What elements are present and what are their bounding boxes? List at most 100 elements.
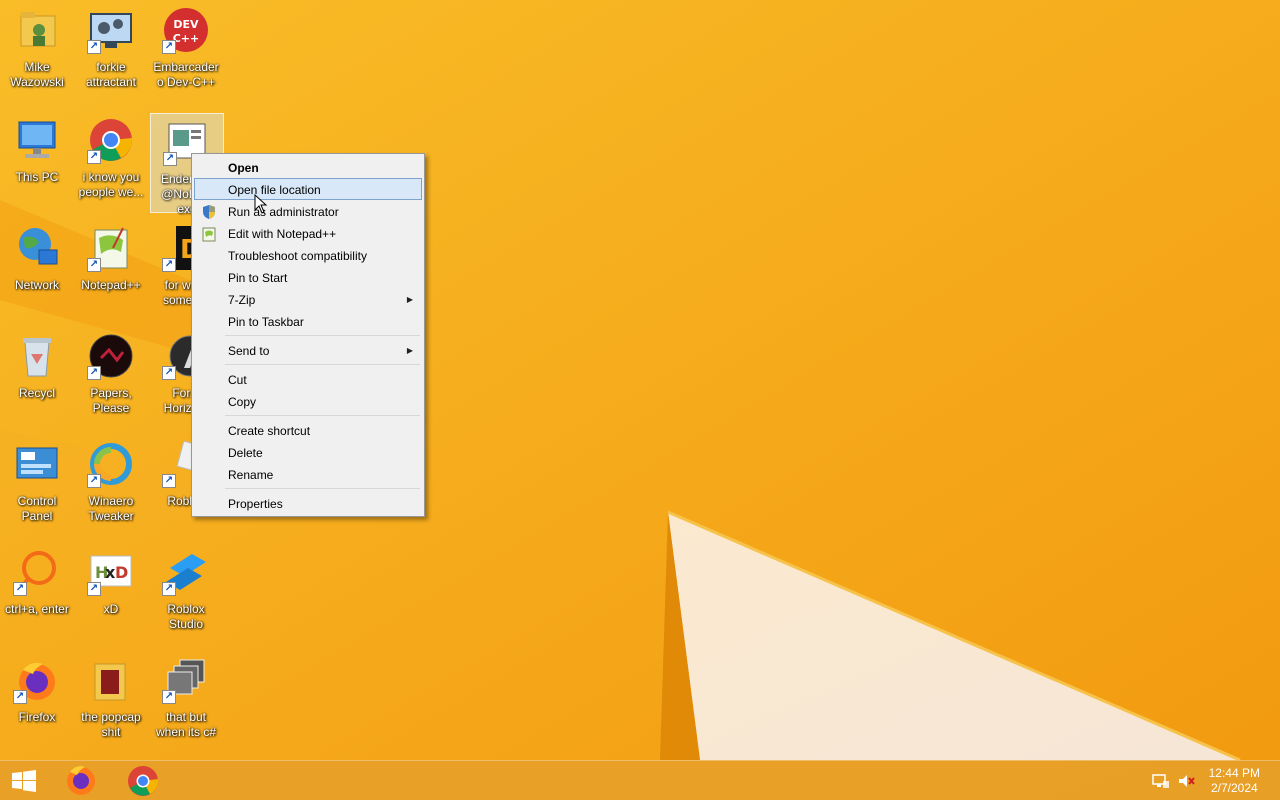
clock[interactable]: 12:44 PM 2/7/2024 [1209, 766, 1260, 796]
shortcut-arrow-icon: ↗ [163, 152, 177, 166]
start-button[interactable] [0, 761, 48, 800]
desktop-icon-label: Winaero Tweaker [88, 494, 134, 523]
desktop-icon-papers-please[interactable]: ↗ Papers, Please [74, 332, 148, 416]
menu-item-7zip[interactable]: 7-Zip ▶ [194, 288, 422, 310]
desktop-icon-label: that but when its c# [155, 710, 217, 739]
submenu-arrow-icon: ▶ [406, 295, 413, 304]
shortcut-arrow-icon: ↗ [87, 150, 101, 164]
roblox-studio-icon: ↗ [162, 548, 210, 596]
shortcut-arrow-icon: ↗ [162, 366, 176, 380]
menu-item-run-as-administrator[interactable]: Run as administrator [194, 200, 422, 222]
desktop-icon-label: Roblox Studio [167, 602, 205, 631]
clock-date: 2/7/2024 [1210, 781, 1258, 795]
menu-item-pin-to-taskbar[interactable]: Pin to Taskbar [194, 310, 422, 332]
menu-item-delete[interactable]: Delete [194, 441, 422, 463]
desktop-icon-roblox-studio[interactable]: ↗ Roblox Studio [149, 548, 223, 632]
shortcut-arrow-icon: ↗ [162, 40, 176, 54]
network-globe-icon [13, 224, 61, 272]
network-tray-icon[interactable] [1152, 773, 1170, 789]
control-panel-icon [13, 440, 61, 488]
menu-item-label: Pin to Start [228, 271, 288, 285]
desktop-icon-control-panel[interactable]: Control Panel [0, 440, 74, 524]
desktop-icon-that-but-when-its-csharp[interactable]: ↗ that but when its c# [149, 656, 223, 740]
svg-text:DEV: DEV [173, 18, 199, 31]
taskbar-chrome-button[interactable] [119, 761, 167, 800]
hxd-icon: HxD ↗ [87, 548, 135, 596]
menu-item-label: 7-Zip [228, 293, 256, 307]
menu-item-send-to[interactable]: Send to ▶ [194, 339, 422, 361]
computer-icon [13, 116, 61, 164]
desktop-icon-network[interactable]: Network [0, 224, 74, 293]
menu-item-label: Open [228, 161, 259, 175]
recycle-bin-icon [13, 332, 61, 380]
desktop-icon-label: i know you people we... [78, 170, 144, 199]
desktop-icon-label: Mike Wazowski [10, 60, 64, 89]
folder-user-icon [13, 6, 61, 54]
desktop-icon-mike-wazowski[interactable]: Mike Wazowski [0, 6, 74, 90]
menu-separator [225, 415, 420, 416]
menu-item-label: Copy [228, 395, 257, 409]
desktop-icon-label: Notepad++ [81, 278, 141, 292]
menu-item-cut[interactable]: Cut [194, 368, 422, 390]
shortcut-arrow-icon: ↗ [13, 690, 27, 704]
svg-text:D: D [115, 563, 128, 582]
mouse-cursor-icon [254, 194, 268, 214]
menu-item-label: Properties [228, 497, 283, 511]
desktop-icon-embarcadero-devcpp[interactable]: DEV C++ ↗ Embarcadero Dev-C++ [149, 6, 223, 90]
chrome-icon: ↗ [87, 116, 135, 164]
settings-monitor-icon: ↗ [87, 6, 135, 54]
desktop-icon-ctrl-a-enter[interactable]: ↗ ctrl+a, enter [0, 548, 74, 617]
desktop-icon-winaero-tweaker[interactable]: ↗ Winaero Tweaker [74, 440, 148, 524]
shortcut-arrow-icon: ↗ [13, 582, 27, 596]
menu-separator [225, 335, 420, 336]
menu-item-open-file-location[interactable]: Open file location [194, 178, 422, 200]
desktop-icon-label: Papers, Please [90, 386, 132, 415]
notepadpp-icon [201, 226, 217, 242]
desktop-icon-label: xD [103, 602, 119, 616]
desktop-icon-the-popcap-shit[interactable]: the popcap shit [74, 656, 148, 740]
desktop-icon-recycle-bin[interactable]: Recycl [0, 332, 74, 401]
menu-separator [225, 488, 420, 489]
desktop-icon-label: This PC [15, 170, 59, 184]
menu-item-label: Create shortcut [228, 424, 311, 438]
shortcut-arrow-icon: ↗ [162, 258, 176, 272]
menu-item-edit-with-notepadpp[interactable]: Edit with Notepad++ [194, 222, 422, 244]
shortcut-arrow-icon: ↗ [162, 582, 176, 596]
submenu-arrow-icon: ▶ [406, 346, 413, 355]
shortcut-arrow-icon: ↗ [162, 474, 176, 488]
desktop-icon-label: the popcap shit [81, 710, 141, 739]
menu-item-pin-to-start[interactable]: Pin to Start [194, 266, 422, 288]
chrome-icon [128, 766, 159, 796]
menu-item-label: Cut [228, 373, 247, 387]
menu-item-copy[interactable]: Copy [194, 390, 422, 412]
windows-logo-icon [12, 770, 36, 792]
desktop-icon-xd[interactable]: HxD ↗ xD [74, 548, 148, 617]
taskbar: 12:44 PM 2/7/2024 [0, 760, 1280, 800]
volume-muted-icon[interactable] [1177, 773, 1195, 789]
menu-separator [225, 364, 420, 365]
desktop-icon-label: ctrl+a, enter [5, 602, 69, 616]
orange-ring-icon: ↗ [13, 548, 61, 596]
taskbar-firefox-button[interactable] [57, 761, 105, 800]
notepadpp-icon: ↗ [87, 224, 135, 272]
desktop-icon-firefox[interactable]: ↗ Firefox [0, 656, 74, 725]
menu-item-label: Edit with Notepad++ [228, 227, 337, 241]
menu-item-rename[interactable]: Rename [194, 463, 422, 485]
svg-text:C++: C++ [173, 32, 200, 45]
menu-item-label: Delete [228, 446, 263, 460]
desktop-icon-this-pc[interactable]: This PC [0, 116, 74, 185]
menu-item-create-shortcut[interactable]: Create shortcut [194, 419, 422, 441]
shortcut-arrow-icon: ↗ [87, 40, 101, 54]
desktop-icon-label: Control Panel [17, 494, 57, 523]
desktop-icon-chrome-shortcut[interactable]: ↗ i know you people we... [74, 116, 148, 200]
desktop-icon-forkie-attractant[interactable]: ↗ forkie attractant [74, 6, 148, 90]
clock-time: 12:44 PM [1208, 766, 1260, 780]
context-menu: Open Open file location Run as administr… [191, 153, 425, 517]
menu-item-open[interactable]: Open [194, 156, 422, 178]
devcpp-icon: DEV C++ ↗ [162, 6, 210, 54]
menu-item-troubleshoot-compatibility[interactable]: Troubleshoot compatibility [194, 244, 422, 266]
shortcut-arrow-icon: ↗ [162, 690, 176, 704]
firefox-icon [67, 766, 95, 795]
desktop-icon-notepadpp[interactable]: ↗ Notepad++ [74, 224, 148, 293]
menu-item-properties[interactable]: Properties [194, 492, 422, 514]
